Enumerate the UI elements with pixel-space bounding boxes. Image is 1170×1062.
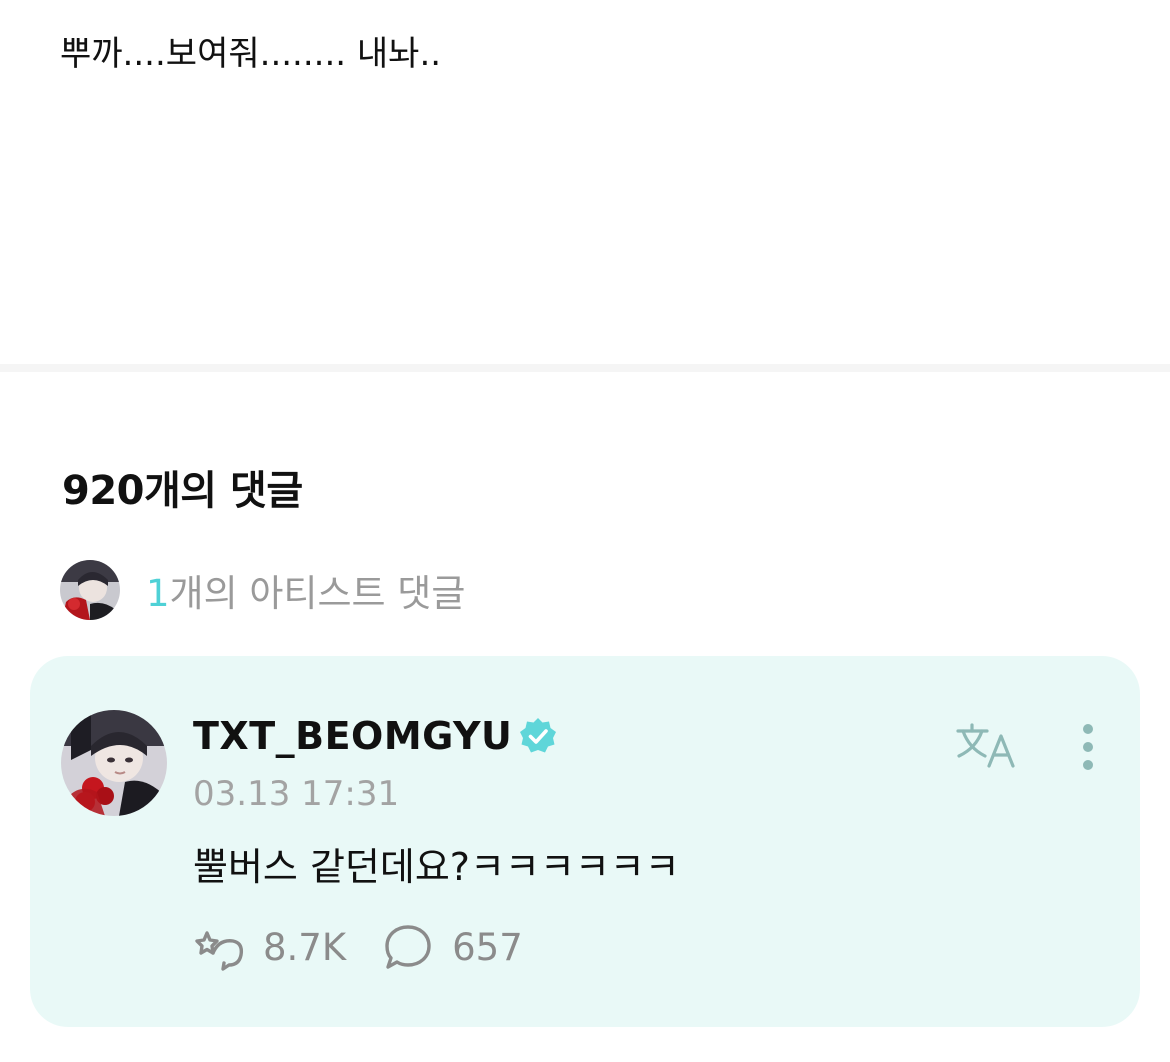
comments-count-title: 920개의 댓글 bbox=[62, 468, 303, 514]
comment-stats: 8.7K 657 bbox=[193, 922, 559, 972]
like-count: 8.7K bbox=[263, 925, 347, 969]
artist-comments-label: 1개의 아티스트 댓글 bbox=[146, 563, 465, 617]
reply-count: 657 bbox=[452, 925, 523, 969]
translate-icon bbox=[956, 723, 1015, 768]
artist-comments-count: 1 bbox=[146, 572, 170, 615]
more-options-button[interactable] bbox=[1070, 722, 1106, 772]
section-divider bbox=[0, 364, 1170, 372]
artist-avatar bbox=[60, 560, 120, 620]
reply-button[interactable]: 657 bbox=[382, 923, 523, 971]
comment-text: 뿔버스 같던데요?ㅋㅋㅋㅋㅋㅋ bbox=[193, 845, 680, 889]
author-avatar[interactable] bbox=[61, 710, 167, 816]
post-body-text: 뿌까....보여줘........ 내놔.. bbox=[60, 34, 442, 74]
artist-comment-card: TXT_BEOMGYU 03.13 17:31 뿔버스 같던데요?ㅋㅋㅋㅋㅋㅋ bbox=[30, 656, 1140, 1027]
artist-comments-link[interactable]: 1개의 아티스트 댓글 bbox=[60, 560, 465, 620]
like-icon bbox=[195, 931, 244, 971]
reply-bubble-icon bbox=[385, 925, 431, 969]
comment-timestamp: 03.13 17:31 bbox=[193, 774, 400, 814]
artist-comments-text: 개의 아티스트 댓글 bbox=[169, 572, 466, 615]
author-row: TXT_BEOMGYU bbox=[193, 714, 558, 758]
page: 뿌까....보여줘........ 내놔.. 920개의 댓글 1개의 아티스트… bbox=[0, 0, 1170, 1062]
translate-button[interactable] bbox=[955, 722, 1017, 770]
author-name[interactable]: TXT_BEOMGYU bbox=[193, 714, 512, 758]
like-button[interactable]: 8.7K bbox=[193, 923, 346, 971]
verified-badge-icon bbox=[518, 716, 558, 756]
more-vertical-icon bbox=[1083, 724, 1093, 770]
